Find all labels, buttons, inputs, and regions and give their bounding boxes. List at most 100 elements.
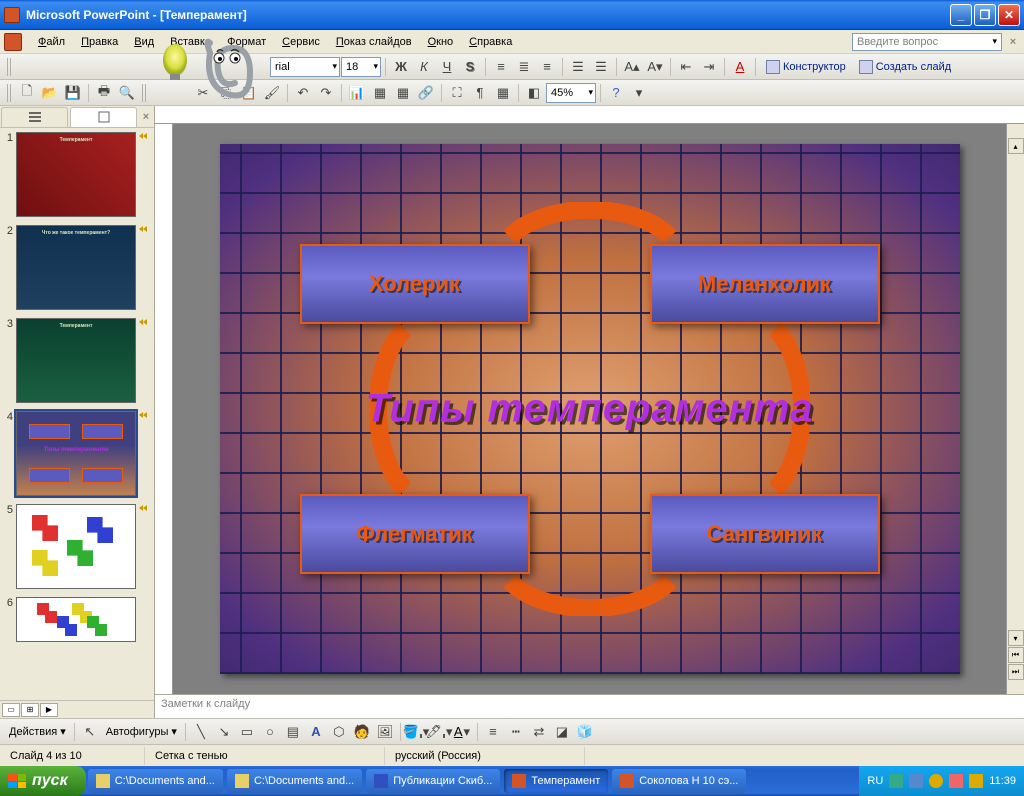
increase-indent-button[interactable]: ⇥	[698, 56, 720, 78]
close-button[interactable]: ✕	[998, 4, 1020, 26]
rectangle-tool[interactable]: ▭	[236, 721, 258, 743]
toolbar-handle[interactable]	[7, 58, 12, 76]
clock[interactable]: 11:39	[989, 775, 1016, 787]
redo-button[interactable]: ↷	[315, 82, 337, 104]
3d-style-button[interactable]: 🧊	[574, 721, 596, 743]
help-button[interactable]: ?	[605, 82, 627, 104]
box-melancholic[interactable]: Меланхолик	[650, 244, 880, 324]
font-color-button[interactable]: A	[729, 56, 751, 78]
menu-window[interactable]: Окно	[420, 34, 462, 50]
menu-help[interactable]: Справка	[461, 34, 520, 50]
normal-view-button[interactable]: ▭	[2, 703, 20, 717]
insert-hyperlink-button[interactable]: 🔗	[415, 82, 437, 104]
textbox-tool[interactable]: ▤	[282, 721, 304, 743]
taskbar-item[interactable]: Публикации Скиб...	[366, 769, 500, 793]
design-button[interactable]: Конструктор	[760, 60, 852, 74]
tables-borders-button[interactable]: ▦	[392, 82, 414, 104]
tray-icon[interactable]	[929, 774, 943, 788]
menu-view[interactable]: Вид	[126, 34, 162, 50]
new-file-button[interactable]: 🗋	[16, 82, 38, 104]
slide-thumbnail[interactable]: Темперамент	[16, 132, 136, 217]
tray-icon[interactable]	[889, 774, 903, 788]
box-choleric[interactable]: Холерик	[300, 244, 530, 324]
color-button[interactable]: ◧	[523, 82, 545, 104]
box-phlegmatic[interactable]: Флегматик	[300, 494, 530, 574]
shadow-style-button[interactable]: ◪	[551, 721, 573, 743]
tray-icon[interactable]	[909, 774, 923, 788]
line-color-button[interactable]: 🖊▾	[428, 721, 450, 743]
outline-tab[interactable]	[1, 107, 68, 127]
prev-slide-button[interactable]: ⏮	[1008, 647, 1024, 663]
notes-pane[interactable]: Заметки к слайду	[155, 694, 1024, 718]
cut-button[interactable]: ✂	[192, 82, 214, 104]
format-painter-button[interactable]: 🖌	[261, 82, 283, 104]
slide-stage[interactable]: Холерик Меланхолик Флегматик Сангвиник Т…	[173, 124, 1006, 694]
thumbnail-row[interactable]: 5	[2, 504, 152, 589]
show-formatting-button[interactable]: ¶	[469, 82, 491, 104]
box-sanguine[interactable]: Сангвиник	[650, 494, 880, 574]
increase-font-button[interactable]: A▴	[621, 56, 643, 78]
diagram-tool[interactable]: ⬡	[328, 721, 350, 743]
toolbar-options-button[interactable]: ▾	[628, 82, 650, 104]
fontsize-combo[interactable]: 18	[341, 57, 381, 77]
save-button[interactable]: 💾	[62, 82, 84, 104]
slide-thumbnail[interactable]: Что же такое темперамент?	[16, 225, 136, 310]
slides-tab[interactable]	[70, 107, 137, 127]
taskbar-item-active[interactable]: Темперамент	[504, 769, 608, 793]
slide-thumbnail[interactable]	[16, 504, 136, 589]
taskbar-item[interactable]: Соколова Н 10 сэ...	[612, 769, 746, 793]
slide-thumbnail[interactable]	[16, 597, 136, 642]
scroll-up-button[interactable]: ▴	[1008, 138, 1024, 154]
decrease-indent-button[interactable]: ⇤	[675, 56, 697, 78]
shadow-button[interactable]: S	[459, 56, 481, 78]
toolbar-handle[interactable]	[7, 84, 12, 102]
select-tool[interactable]: ↖	[79, 721, 101, 743]
language-indicator[interactable]: RU	[867, 775, 883, 787]
thumbnail-row[interactable]: 2 Что же такое темперамент?	[2, 225, 152, 310]
slide-thumbnail-selected[interactable]: Типы темперамента	[16, 411, 136, 496]
tray-icon[interactable]	[969, 774, 983, 788]
line-style-button[interactable]: ≡	[482, 721, 504, 743]
picture-tool[interactable]: 🖼	[374, 721, 396, 743]
expand-button[interactable]: ⛶	[446, 82, 468, 104]
panel-close-button[interactable]: ×	[138, 111, 154, 123]
align-right-button[interactable]: ≡	[536, 56, 558, 78]
help-search-box[interactable]: Введите вопрос ▾	[852, 33, 1002, 51]
print-button[interactable]: 🖶	[93, 82, 115, 104]
bold-icon[interactable]	[16, 56, 18, 78]
thumbnail-row[interactable]: 6	[2, 597, 152, 642]
arrow-style-button[interactable]: ⇄	[528, 721, 550, 743]
open-file-button[interactable]: 📂	[39, 82, 61, 104]
maximize-button[interactable]: ❐	[974, 4, 996, 26]
align-center-button[interactable]: ≣	[513, 56, 535, 78]
numbered-list-button[interactable]: ☰	[567, 56, 589, 78]
italic-button[interactable]: К	[413, 56, 435, 78]
slideshow-view-button[interactable]: ▶	[40, 703, 58, 717]
thumbnail-row[interactable]: 4 Типы темперамента	[2, 411, 152, 496]
show-grid-button[interactable]: ▦	[492, 82, 514, 104]
font-combo[interactable]: rial	[270, 57, 340, 77]
thumbnail-row[interactable]: 3 Темперамент	[2, 318, 152, 403]
actions-menu[interactable]: Действия ▾	[5, 725, 70, 738]
dash-style-button[interactable]: ┅	[505, 721, 527, 743]
menu-insert[interactable]: Вставка	[162, 34, 219, 50]
copy-button[interactable]: ⎘	[215, 82, 237, 104]
preview-button[interactable]: 🔍	[116, 82, 138, 104]
decrease-font-button[interactable]: A▾	[644, 56, 666, 78]
font-color-button[interactable]: A▾	[451, 721, 473, 743]
menu-format[interactable]: Формат	[219, 34, 274, 50]
paste-button[interactable]: 📋	[238, 82, 260, 104]
current-slide[interactable]: Холерик Меланхолик Флегматик Сангвиник Т…	[220, 144, 960, 674]
scroll-down-button[interactable]: ▾	[1008, 630, 1024, 646]
menu-slideshow[interactable]: Показ слайдов	[328, 34, 420, 50]
bold-button[interactable]: Ж	[390, 56, 412, 78]
wordart-tool[interactable]: A	[305, 721, 327, 743]
toolbar-handle[interactable]	[142, 84, 147, 102]
undo-button[interactable]: ↶	[292, 82, 314, 104]
doc-close-button[interactable]: ×	[1006, 35, 1020, 49]
sorter-view-button[interactable]: ⊞	[21, 703, 39, 717]
tray-icon[interactable]	[949, 774, 963, 788]
thumbnail-row[interactable]: 1 Темперамент	[2, 132, 152, 217]
line-tool[interactable]: ╲	[190, 721, 212, 743]
autoshapes-menu[interactable]: Автофигуры ▾	[102, 725, 181, 738]
